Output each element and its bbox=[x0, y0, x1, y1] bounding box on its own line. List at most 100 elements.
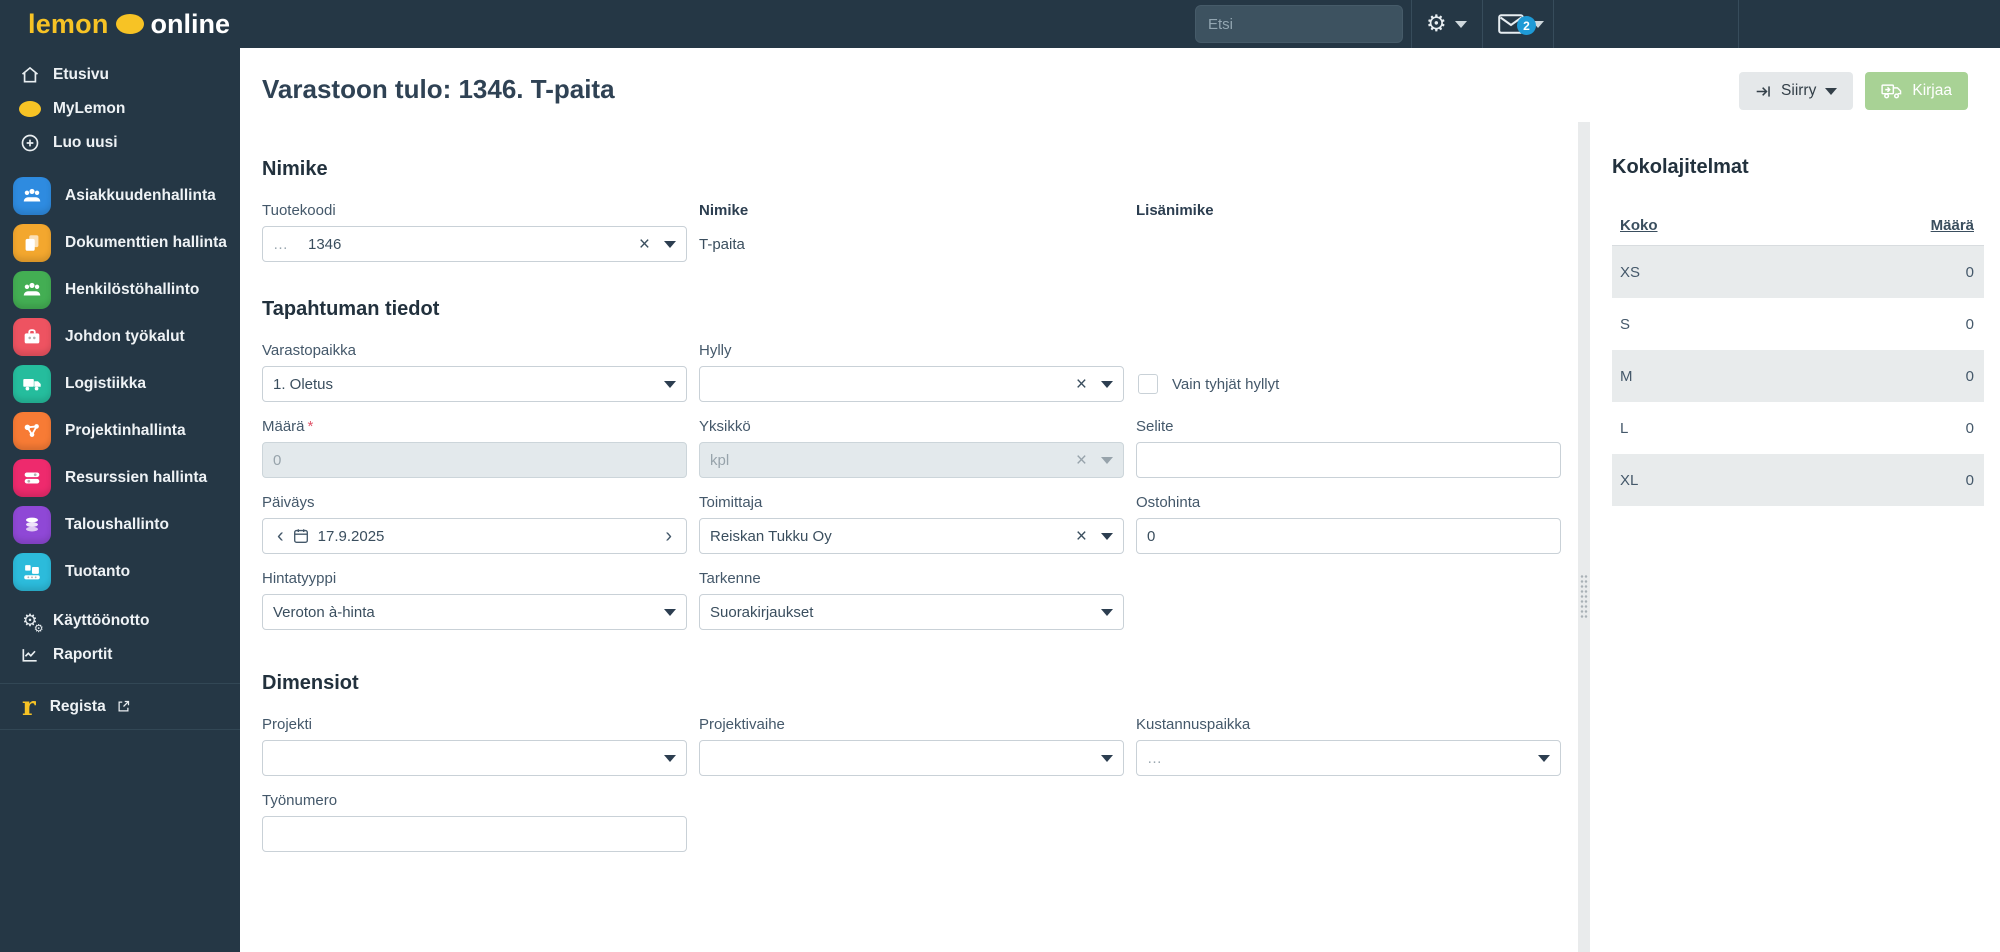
mylemon-oval-icon bbox=[19, 98, 41, 120]
sidebar-item-mylemon[interactable]: MyLemon bbox=[0, 92, 240, 126]
sidebar-item-etusivu[interactable]: Etusivu bbox=[0, 58, 240, 92]
calendar-icon[interactable] bbox=[292, 527, 310, 545]
table-row[interactable]: XL 0 bbox=[1612, 454, 1984, 506]
documents-icon bbox=[13, 223, 51, 262]
dropdown-caret-icon[interactable] bbox=[1101, 608, 1113, 616]
clear-icon[interactable]: × bbox=[1076, 527, 1087, 546]
page-header: Varastoon tulo: 1346. T-paita Siirry Kir… bbox=[240, 48, 2000, 122]
dropdown-caret-icon[interactable] bbox=[1101, 532, 1113, 540]
sidebar-module-projektinhallinta[interactable]: Projektinhallinta bbox=[0, 407, 240, 454]
projektivaihe-label: Projektivaihe bbox=[699, 716, 785, 733]
kirjaa-label: Kirjaa bbox=[1912, 82, 1952, 99]
table-row[interactable]: S 0 bbox=[1612, 298, 1984, 350]
projektivaihe-select[interactable] bbox=[699, 740, 1124, 776]
home-icon bbox=[19, 64, 41, 86]
prev-day-icon[interactable]: ‹ bbox=[273, 526, 288, 546]
sidebar-module-resurssien-hallinta[interactable]: Resurssien hallinta bbox=[0, 454, 240, 501]
splitter-grip-icon[interactable] bbox=[1580, 574, 1588, 620]
clear-icon[interactable]: × bbox=[1076, 375, 1087, 394]
dropdown-caret-icon[interactable] bbox=[664, 380, 676, 388]
form-area: Nimike Tuotekoodi … 1346 × Nimike T-pait… bbox=[240, 122, 1578, 952]
vain-tyhjat-hyllyt-checkbox[interactable] bbox=[1138, 374, 1158, 394]
sidebar-item-label: Raportit bbox=[53, 646, 113, 663]
regista-logo-icon: r bbox=[22, 691, 36, 722]
ostohinta-label: Ostohinta bbox=[1136, 494, 1201, 511]
maara-cell: 0 bbox=[1965, 367, 1974, 385]
hintatyyppi-select[interactable]: Veroton à-hinta bbox=[262, 594, 687, 630]
sidebar-module-label: Tuotanto bbox=[65, 562, 131, 580]
maara-label: Määrä * bbox=[262, 418, 314, 435]
chart-icon bbox=[19, 644, 41, 666]
mail-count-badge: 2 bbox=[1517, 16, 1536, 35]
varastopaikka-select[interactable]: 1. Oletus bbox=[262, 366, 687, 402]
app-logo[interactable]: lemon online bbox=[28, 0, 230, 48]
sidebar-item-raportit[interactable]: Raportit bbox=[0, 638, 240, 672]
ostohinta-input[interactable] bbox=[1136, 518, 1561, 554]
sidebar-module-henkilostohallinto[interactable]: Henkilöstöhallinto bbox=[0, 266, 240, 313]
kirjaa-button[interactable]: Kirjaa bbox=[1865, 72, 1968, 110]
sidebar-item-label: Luo uusi bbox=[53, 134, 118, 151]
maara-input[interactable] bbox=[262, 442, 687, 478]
clear-icon[interactable]: × bbox=[639, 235, 650, 254]
sidebar-module-logistiikka[interactable]: Logistiikka bbox=[0, 360, 240, 407]
dropdown-caret-icon[interactable] bbox=[1101, 754, 1113, 762]
gear-icon: ⚙ bbox=[1426, 11, 1447, 37]
hylly-label: Hylly bbox=[699, 342, 732, 359]
network-icon bbox=[13, 411, 51, 450]
dropdown-caret-icon[interactable] bbox=[664, 608, 676, 616]
nimike-label: Nimike bbox=[699, 202, 749, 219]
global-search bbox=[1195, 5, 1403, 43]
more-options-icon[interactable]: … bbox=[273, 236, 290, 253]
kustannuspaikka-value: … bbox=[1147, 749, 1164, 767]
logo-text-online: online bbox=[150, 8, 231, 39]
chevron-down-icon bbox=[1454, 20, 1467, 28]
users-icon bbox=[13, 270, 51, 309]
sidebar-module-label: Asiakkuudenhallinta bbox=[65, 186, 216, 204]
messages-menu-button[interactable]: 2 bbox=[1498, 0, 1544, 48]
arrow-to-bar-icon bbox=[1756, 85, 1770, 97]
tuotekoodi-combobox[interactable]: … 1346 × bbox=[262, 226, 687, 262]
sidebar-module-tuotanto[interactable]: Tuotanto bbox=[0, 548, 240, 595]
table-row[interactable]: L 0 bbox=[1612, 402, 1984, 454]
panel-resize-splitter[interactable] bbox=[1578, 122, 1590, 952]
dropdown-caret-icon[interactable] bbox=[1538, 754, 1550, 762]
paivays-datepicker[interactable]: ‹ 17.9.2025 › bbox=[262, 518, 687, 554]
toimittaja-value: Reiskan Tukku Oy bbox=[710, 527, 832, 545]
sidebar-item-luo-uusi[interactable]: Luo uusi bbox=[0, 126, 240, 160]
tarkenne-select[interactable]: Suorakirjaukset bbox=[699, 594, 1124, 630]
koko-cell: M bbox=[1620, 367, 1633, 385]
panel-heading: Kokolajitelmat bbox=[1612, 156, 1749, 178]
dropdown-caret-icon[interactable] bbox=[664, 754, 676, 762]
kustannuspaikka-select[interactable]: … bbox=[1136, 740, 1561, 776]
sidebar-module-johdon-tyokalut[interactable]: Johdon työkalut bbox=[0, 313, 240, 360]
topbar-divider bbox=[1553, 0, 1554, 48]
koko-cell: L bbox=[1620, 419, 1629, 437]
next-day-icon[interactable]: › bbox=[661, 526, 676, 546]
tyonumero-input[interactable] bbox=[262, 816, 687, 852]
hylly-combobox[interactable]: × bbox=[699, 366, 1124, 402]
page-title: Varastoon tulo: 1346. T-paita bbox=[262, 74, 615, 104]
sidebar-module-label: Logistiikka bbox=[65, 374, 146, 392]
table-row[interactable]: XS 0 bbox=[1612, 246, 1984, 298]
mail-wrap: 2 bbox=[1498, 14, 1536, 35]
search-input[interactable] bbox=[1195, 5, 1403, 43]
siirry-button[interactable]: Siirry bbox=[1739, 72, 1854, 110]
toimittaja-combobox[interactable]: Reiskan Tukku Oy × bbox=[699, 518, 1124, 554]
sidebar-item-regista[interactable]: r Regista bbox=[0, 684, 240, 729]
settings-menu-button[interactable]: ⚙ bbox=[1426, 0, 1467, 48]
dropdown-caret-icon[interactable] bbox=[1101, 380, 1113, 388]
projekti-select[interactable] bbox=[262, 740, 687, 776]
column-header-maara[interactable]: Määrä bbox=[1931, 217, 1974, 234]
sidebar-module-taloushallinto[interactable]: Taloushallinto bbox=[0, 501, 240, 548]
selite-input[interactable] bbox=[1136, 442, 1561, 478]
tuotekoodi-value: 1346 bbox=[308, 235, 342, 253]
kokolajitelmat-panel: Kokolajitelmat Koko Määrä XS 0 S 0 M 0 L… bbox=[1590, 122, 2000, 952]
column-header-koko[interactable]: Koko bbox=[1620, 217, 1658, 234]
table-row[interactable]: M 0 bbox=[1612, 350, 1984, 402]
sidebar-module-asiakkuudenhallinta[interactable]: Asiakkuudenhallinta bbox=[0, 172, 240, 219]
sidebar-item-kayttoonotto[interactable]: ⚙ ⚙ Käyttöönotto bbox=[0, 604, 240, 638]
tarkenne-label: Tarkenne bbox=[699, 570, 761, 587]
sidebar-module-dokumenttien-hallinta[interactable]: Dokumenttien hallinta bbox=[0, 219, 240, 266]
dropdown-caret-icon[interactable] bbox=[664, 240, 676, 248]
topbar-divider bbox=[1738, 0, 1739, 48]
